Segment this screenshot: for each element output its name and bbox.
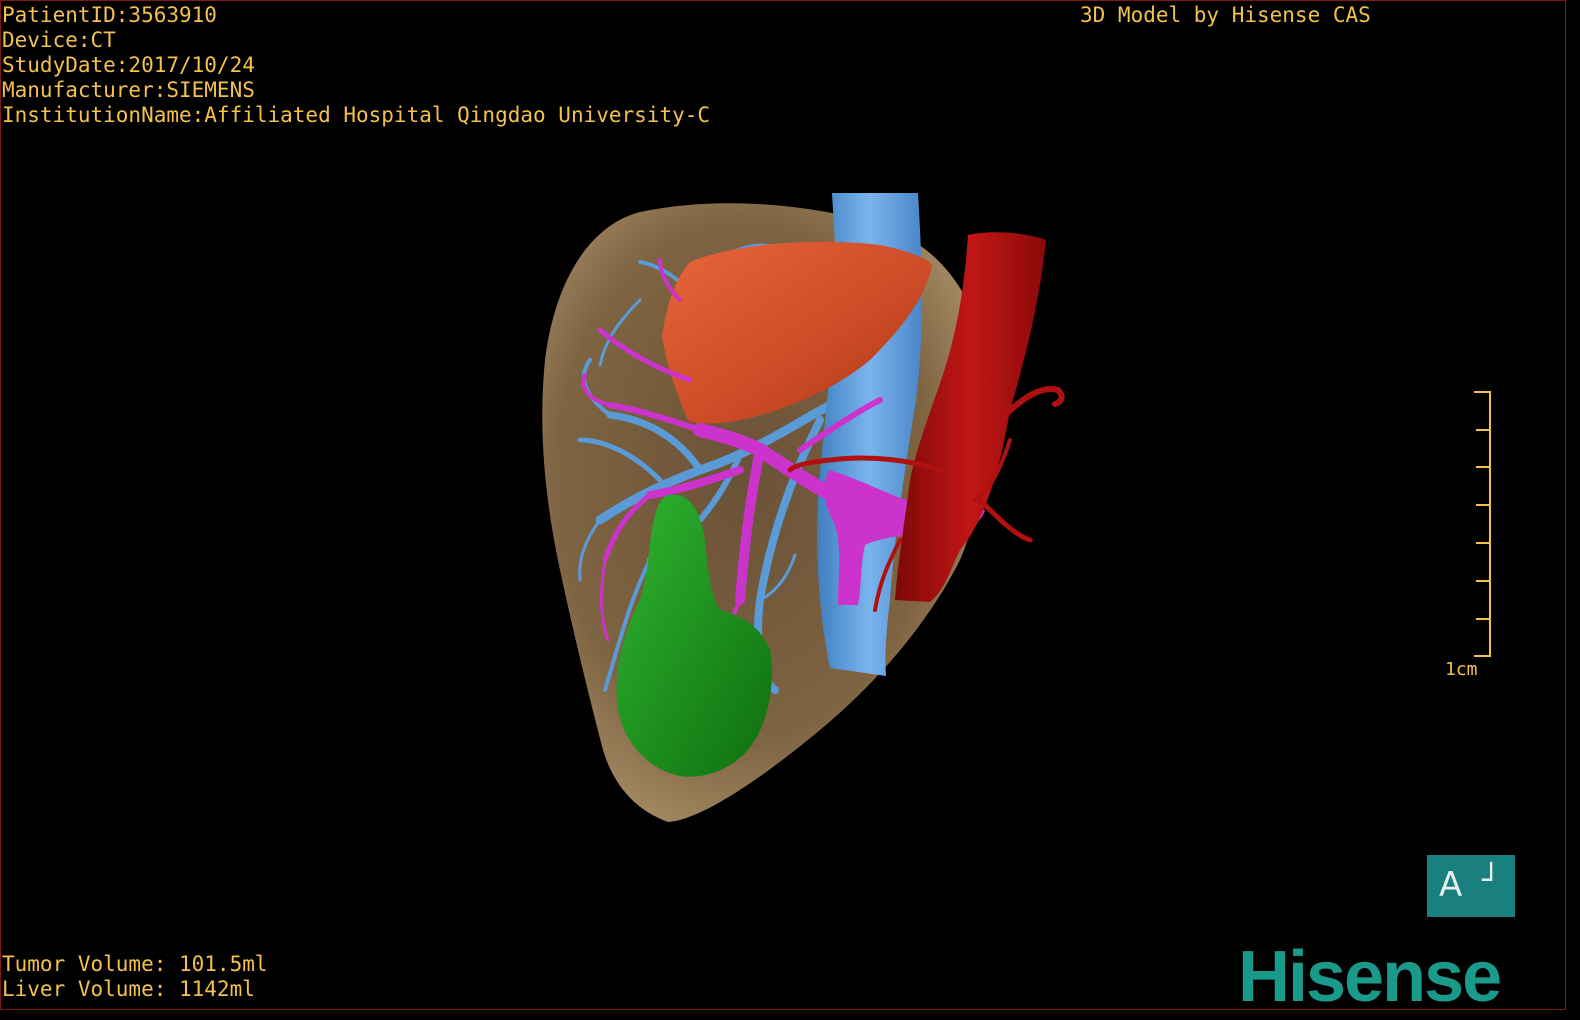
hisense-logo: Hisense [1238,937,1502,1017]
orientation-letter: A [1439,865,1463,905]
study-date-text: StudyDate:2017/10/24 [2,53,255,77]
scale-bar-label: 1cm [1445,659,1478,680]
institution-text: InstitutionName:Affiliated Hospital Qing… [2,103,711,127]
liver-volume-text: Liver Volume: 1142ml [2,977,255,1001]
scale-bar [1474,391,1491,657]
3d-liver-model[interactable] [0,0,1580,1020]
patient-id-text: PatientID:3563910 [2,3,217,27]
manufacturer-text: Manufacturer:SIEMENS [2,78,255,102]
dicom-info-block: PatientID:3563910 Device:CT StudyDate:2017… [2,3,710,128]
device-text: Device:CT [2,28,116,52]
orientation-cube-button[interactable]: A ┘ [1427,855,1515,917]
tumor-volume-text: Tumor Volume: 101.5ml [2,952,268,976]
orientation-corner-icon: ┘ [1482,863,1501,898]
volume-info-block: Tumor Volume: 101.5ml Liver Volume: 1142m… [2,952,268,1002]
model-credit-text: 3D Model by Hisense CAS [1080,3,1371,27]
